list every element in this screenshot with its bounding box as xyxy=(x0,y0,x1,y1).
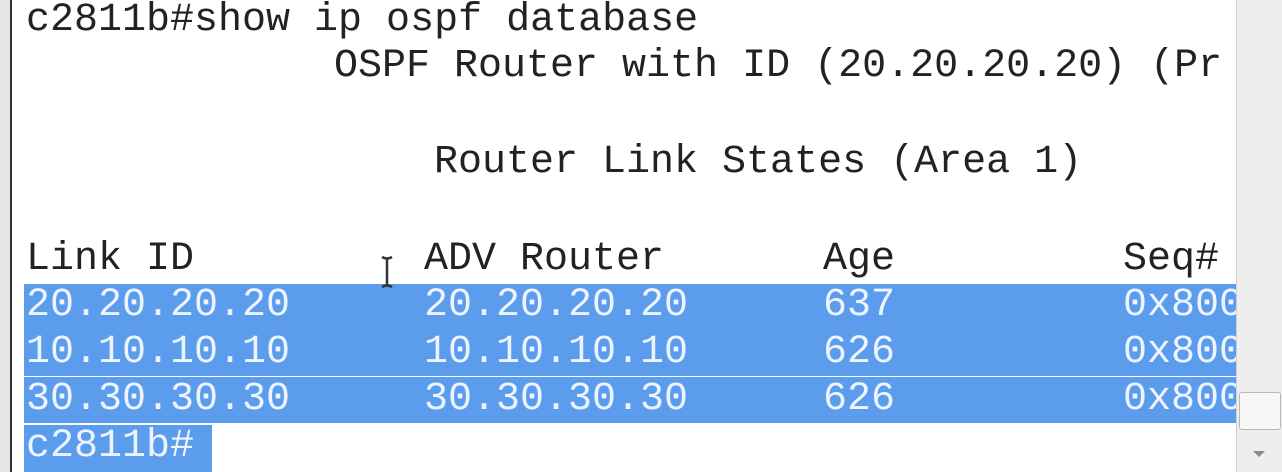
header-seq: Seq# xyxy=(1123,237,1220,282)
cell-adv-router: 20.20.20.20 xyxy=(424,283,689,328)
cell-link-id: 30.30.30.30 xyxy=(26,377,291,422)
router-id-line: OSPF Router with ID (20.20.20.20) (Pr xyxy=(334,44,1223,89)
command-prompt[interactable]: c2811b# xyxy=(26,424,194,470)
cell-age: 626 xyxy=(823,330,896,375)
scrollbar-thumb[interactable] xyxy=(1239,392,1281,430)
cell-seq: 0x800 xyxy=(1123,377,1236,422)
vertical-scrollbar[interactable] xyxy=(1236,0,1282,472)
chevron-down-icon xyxy=(1253,451,1265,457)
scroll-down-button[interactable] xyxy=(1247,446,1271,462)
cell-link-id: 10.10.10.10 xyxy=(26,330,291,375)
cell-seq: 0x800 xyxy=(1123,283,1236,328)
cell-adv-router: 10.10.10.10 xyxy=(424,330,689,375)
command-line: c2811b#show ip ospf database xyxy=(26,0,699,43)
cell-age: 626 xyxy=(823,377,896,422)
cell-link-id: 20.20.20.20 xyxy=(26,283,291,328)
header-link-id: Link ID xyxy=(26,237,195,282)
table-row[interactable]: 10.10.10.10 10.10.10.10 626 0x800 xyxy=(26,330,1236,376)
terminal-output[interactable]: c2811b#show ip ospf database OSPF Router… xyxy=(10,0,1236,472)
table-header: Link ID ADV Router Age Seq# xyxy=(26,237,1226,283)
cell-seq: 0x800 xyxy=(1123,330,1236,375)
i-beam-cursor-icon xyxy=(381,255,393,289)
cell-adv-router: 30.30.30.30 xyxy=(424,377,689,422)
header-adv-router: ADV Router xyxy=(424,237,665,282)
header-age: Age xyxy=(823,237,896,282)
table-row[interactable]: 20.20.20.20 20.20.20.20 637 0x800 xyxy=(26,283,1236,329)
table-row[interactable]: 30.30.30.30 30.30.30.30 626 0x800 xyxy=(26,377,1236,423)
cell-age: 637 xyxy=(823,283,896,328)
section-title: Router Link States (Area 1) xyxy=(434,140,1083,185)
